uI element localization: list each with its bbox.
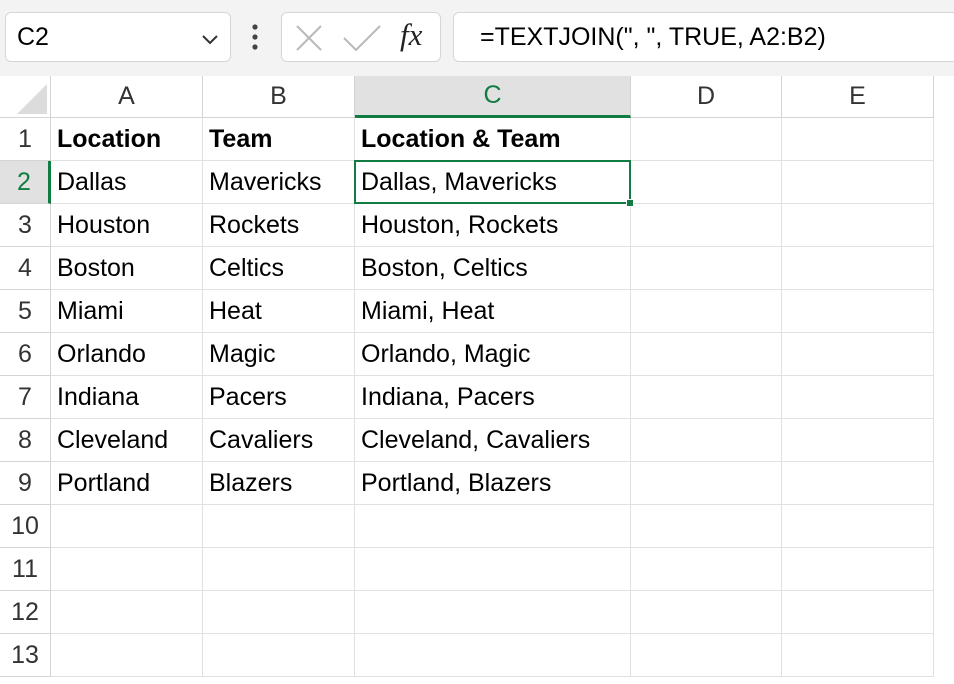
cell-e6[interactable] <box>782 333 934 376</box>
row-header-2[interactable]: 2 <box>0 161 51 204</box>
name-box-value: C2 <box>17 23 49 51</box>
cell-b12[interactable] <box>203 591 355 634</box>
formula-input[interactable]: =TEXTJOIN(", ", TRUE, A2:B2) <box>453 12 954 62</box>
cell-d12[interactable] <box>631 591 782 634</box>
cell-b4[interactable]: Celtics <box>203 247 355 290</box>
cell-e11[interactable] <box>782 548 934 591</box>
cell-d8[interactable] <box>631 419 782 462</box>
cell-c9[interactable]: Portland, Blazers <box>355 462 631 505</box>
cell-c4[interactable]: Boston, Celtics <box>355 247 631 290</box>
cell-a10[interactable] <box>51 505 203 548</box>
insert-function-icon[interactable]: fx <box>400 17 422 53</box>
cell-c12[interactable] <box>355 591 631 634</box>
column-header-e[interactable]: E <box>782 76 934 118</box>
select-all-corner[interactable] <box>0 76 51 118</box>
cell-e3[interactable] <box>782 204 934 247</box>
cell-e4[interactable] <box>782 247 934 290</box>
cell-a4[interactable]: Boston <box>51 247 203 290</box>
more-options-icon[interactable] <box>248 20 262 54</box>
cell-e12[interactable] <box>782 591 934 634</box>
cell-d5[interactable] <box>631 290 782 333</box>
cell-e2[interactable] <box>782 161 934 204</box>
name-box[interactable]: C2 <box>5 12 231 62</box>
cell-a8[interactable]: Cleveland <box>51 419 203 462</box>
row-header-7[interactable]: 7 <box>0 376 51 419</box>
column-header-c[interactable]: C <box>355 76 631 118</box>
cell-a1[interactable]: Location <box>51 118 203 161</box>
cell-c7[interactable]: Indiana, Pacers <box>355 376 631 419</box>
cell-a7[interactable]: Indiana <box>51 376 203 419</box>
cell-d10[interactable] <box>631 505 782 548</box>
cell-b9[interactable]: Blazers <box>203 462 355 505</box>
cell-e9[interactable] <box>782 462 934 505</box>
formula-bar-area: C2 fx =TEXTJOIN(", ", TRUE, A2:B2) <box>0 0 954 76</box>
cell-a2[interactable]: Dallas <box>51 161 203 204</box>
row-header-5[interactable]: 5 <box>0 290 51 333</box>
cell-c10[interactable] <box>355 505 631 548</box>
cell-d9[interactable] <box>631 462 782 505</box>
cell-b1[interactable]: Team <box>203 118 355 161</box>
cancel-icon[interactable] <box>295 24 323 52</box>
cell-c13[interactable] <box>355 634 631 677</box>
cell-c6[interactable]: Orlando, Magic <box>355 333 631 376</box>
enter-check-icon[interactable] <box>342 24 382 52</box>
cell-e1[interactable] <box>782 118 934 161</box>
cell-e5[interactable] <box>782 290 934 333</box>
cell-a9[interactable]: Portland <box>51 462 203 505</box>
cell-a3[interactable]: Houston <box>51 204 203 247</box>
cell-e10[interactable] <box>782 505 934 548</box>
formula-text: =TEXTJOIN(", ", TRUE, A2:B2) <box>480 23 826 51</box>
row-header-11[interactable]: 11 <box>0 548 51 591</box>
cell-c5[interactable]: Miami, Heat <box>355 290 631 333</box>
cell-b10[interactable] <box>203 505 355 548</box>
cell-d13[interactable] <box>631 634 782 677</box>
row-header-12[interactable]: 12 <box>0 591 51 634</box>
cell-d6[interactable] <box>631 333 782 376</box>
row-header-9[interactable]: 9 <box>0 462 51 505</box>
cell-c2[interactable]: Dallas, Mavericks <box>355 161 631 204</box>
cell-a13[interactable] <box>51 634 203 677</box>
cell-d7[interactable] <box>631 376 782 419</box>
cell-a6[interactable]: Orlando <box>51 333 203 376</box>
fill-handle[interactable] <box>626 199 634 207</box>
cell-b8[interactable]: Cavaliers <box>203 419 355 462</box>
row-header-8[interactable]: 8 <box>0 419 51 462</box>
row-header-3[interactable]: 3 <box>0 204 51 247</box>
chevron-down-icon[interactable] <box>200 29 220 49</box>
cell-a12[interactable] <box>51 591 203 634</box>
row-header-4[interactable]: 4 <box>0 247 51 290</box>
row-header-10[interactable]: 10 <box>0 505 51 548</box>
row-header-13[interactable]: 13 <box>0 634 51 677</box>
cell-b6[interactable]: Magic <box>203 333 355 376</box>
cell-b5[interactable]: Heat <box>203 290 355 333</box>
column-header-b[interactable]: B <box>203 76 355 118</box>
cell-b2[interactable]: Mavericks <box>203 161 355 204</box>
cell-d3[interactable] <box>631 204 782 247</box>
cell-d4[interactable] <box>631 247 782 290</box>
cell-b13[interactable] <box>203 634 355 677</box>
cell-e13[interactable] <box>782 634 934 677</box>
row-header-1[interactable]: 1 <box>0 118 51 161</box>
cell-e8[interactable] <box>782 419 934 462</box>
cell-b3[interactable]: Rockets <box>203 204 355 247</box>
cell-d1[interactable] <box>631 118 782 161</box>
select-all-triangle-icon <box>17 84 47 114</box>
spreadsheet-grid[interactable]: A B C D E 1 Location Team Location & Team 2 Dallas… <box>0 76 954 684</box>
cell-c3[interactable]: Houston, Rockets <box>355 204 631 247</box>
cell-b11[interactable] <box>203 548 355 591</box>
cell-c8[interactable]: Cleveland, Cavaliers <box>355 419 631 462</box>
row-header-6[interactable]: 6 <box>0 333 51 376</box>
cell-b7[interactable]: Pacers <box>203 376 355 419</box>
cell-c11[interactable] <box>355 548 631 591</box>
cell-a11[interactable] <box>51 548 203 591</box>
column-header-a[interactable]: A <box>51 76 203 118</box>
cell-d2[interactable] <box>631 161 782 204</box>
cell-c1[interactable]: Location & Team <box>355 118 631 161</box>
formula-actions: fx <box>281 12 441 62</box>
cell-a5[interactable]: Miami <box>51 290 203 333</box>
cell-d11[interactable] <box>631 548 782 591</box>
column-header-d[interactable]: D <box>631 76 782 118</box>
cell-e7[interactable] <box>782 376 934 419</box>
